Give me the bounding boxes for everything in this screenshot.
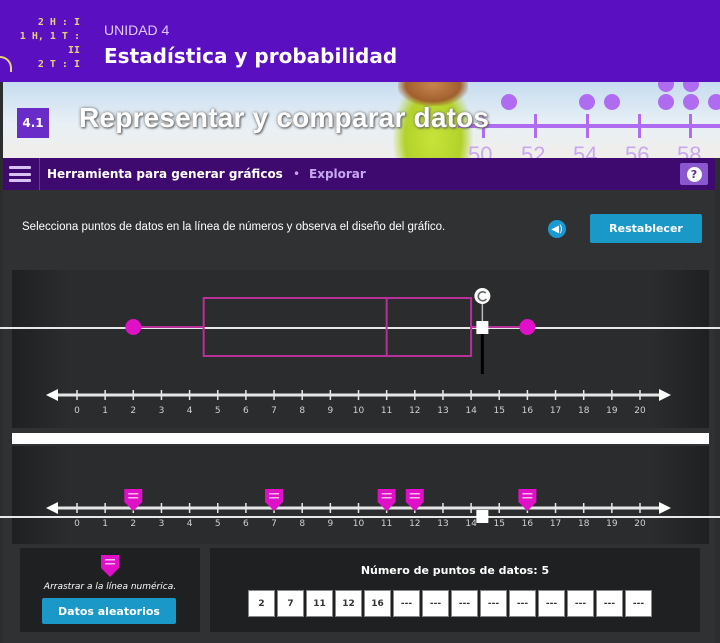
data-value-cell: --- (509, 590, 536, 617)
random-data-button[interactable]: Datos aleatorios (42, 598, 176, 624)
dot-number-line-tick-label: 20 (634, 519, 646, 529)
box-number-line-tick-label: 5 (215, 406, 221, 416)
box-number-line-tick-label: 3 (159, 406, 165, 416)
box-number-line-tick-label: 2 (130, 406, 136, 416)
box-number-line-tick-label: 6 (243, 406, 249, 416)
dot-number-line-tick-label: 7 (271, 519, 277, 529)
data-marker-grip (409, 493, 420, 495)
dot-number-line-tick-label: 10 (353, 519, 365, 529)
box-number-line-tick-label: 9 (327, 406, 333, 416)
dot-number-line-tick-label: 15 (494, 519, 505, 529)
data-value-cell: 12 (335, 590, 362, 617)
box-number-line-tick-label: 18 (578, 406, 590, 416)
dot-number-line-tick-label: 4 (187, 519, 193, 529)
dot-number-line-left-arrow (46, 502, 58, 514)
dot-number-line-tick-label: 3 (159, 519, 165, 529)
data-value-cell: --- (538, 590, 565, 617)
box-number-line-tick-label: 0 (74, 406, 80, 416)
data-marker-grip (128, 493, 139, 495)
data-value-cell: --- (625, 590, 652, 617)
data-value-cell: 16 (364, 590, 391, 617)
dot-number-line-tick-label: 5 (215, 519, 221, 529)
data-point-count: Número de puntos de datos: 5 (360, 564, 550, 577)
dot-number-line-tick-label: 8 (299, 519, 305, 529)
dot-number-line-tick-label: 18 (578, 519, 590, 529)
box-number-line-tick-label: 4 (187, 406, 193, 416)
dot-slider-handle[interactable] (476, 510, 489, 523)
data-value-cell: --- (567, 590, 594, 617)
box-iqr (202, 297, 473, 357)
data-value-cell: --- (451, 590, 478, 617)
dot-number-line-tick-label: 0 (74, 519, 80, 529)
box-number-line-tick-label: 13 (437, 406, 448, 416)
box-number-line-tick-label: 15 (494, 406, 505, 416)
dot-number-line-tick-label: 13 (437, 519, 448, 529)
data-marker-grip (522, 493, 533, 495)
data-value-cell: 2 (248, 590, 275, 617)
box-number-line-tick-label: 1 (102, 406, 108, 416)
box-number-line-tick-label: 20 (634, 406, 646, 416)
box-number-line-tick-label: 10 (353, 406, 365, 416)
data-marker-grip (269, 493, 280, 495)
draggable-marker-icon[interactable] (100, 554, 120, 578)
min-point (125, 319, 142, 335)
box-number-line-tick-label: 14 (465, 406, 477, 416)
dot-number-line-tick-label: 2 (130, 519, 136, 529)
dot-number-line-tick-label: 1 (102, 519, 108, 529)
dot-number-line-right-arrow (659, 502, 671, 514)
dot-number-line-tick-label: 6 (243, 519, 249, 529)
data-value-list: 2 7 11 12 16 --- --- --- --- --- --- --- --- --- (248, 590, 652, 617)
data-marker-grip (269, 497, 280, 499)
dot-number-line-tick-label: 16 (522, 519, 534, 529)
dot-number-line-tick-label: 14 (465, 519, 477, 529)
box-number-line-tick-label: 8 (299, 406, 305, 416)
dot-number-line-tick-label: 19 (606, 519, 618, 529)
drag-hint-text: Arrastrar a la línea numérica. (43, 582, 177, 592)
box-number-line-tick-label: 17 (550, 406, 561, 416)
max-point (519, 319, 536, 335)
data-marker-grip (409, 497, 420, 499)
box-number-line-tick-label: 16 (522, 406, 534, 416)
data-value-cell: 7 (277, 590, 304, 617)
dot-number-line-tick-label: 17 (550, 519, 561, 529)
data-value-cell: --- (393, 590, 420, 617)
data-value-cell: --- (422, 590, 449, 617)
data-marker-grip (381, 493, 392, 495)
dot-number-line-tick-label: 12 (409, 519, 420, 529)
data-marker-grip (522, 497, 533, 499)
dot-number-line-tick-label: 9 (327, 519, 333, 529)
plots-svg: 0 1 2 3 4 5 6 7 8 9 10 11 12 13 14 15 16 17 18 19 200 1 2 3 4 5 6 7… (46, 288, 671, 529)
data-marker-grip (128, 497, 139, 499)
box-number-line-tick-label: 7 (271, 406, 277, 416)
slider-handle[interactable] (476, 321, 489, 334)
data-value-cell: 11 (306, 590, 333, 617)
box-number-line-tick-label: 19 (606, 406, 618, 416)
drag-source-panel: Arrastrar a la línea numérica. Datos ale… (20, 548, 200, 632)
data-marker-grip (381, 497, 392, 499)
data-value-cell: --- (596, 590, 623, 617)
data-value-cell: --- (480, 590, 507, 617)
box-number-line-left-arrow (46, 389, 58, 401)
data-values-panel: Número de puntos de datos: 5 2 7 11 12 16 ---… (210, 548, 700, 632)
box-number-line-right-arrow (659, 389, 671, 401)
dot-number-line-tick-label: 11 (381, 519, 392, 529)
rotate-icon[interactable] (474, 288, 491, 304)
box-number-line-tick-label: 11 (381, 406, 392, 416)
box-number-line-tick-label: 12 (409, 406, 420, 416)
